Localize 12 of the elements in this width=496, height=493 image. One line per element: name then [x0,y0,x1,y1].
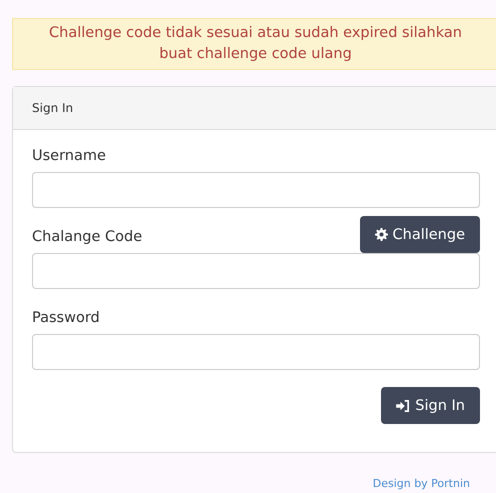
field-label: Chalange Code [32,229,142,247]
panel-title: Sign In [32,101,74,115]
challenge-code-field[interactable] [32,253,480,289]
challenge-button[interactable]: Challenge [360,216,480,253]
field-label: Password [32,310,100,328]
username-field[interactable] [32,172,480,208]
gear-icon [374,228,388,241]
error-message: Challenge code tidak sesuai atau sudah expired silahkan buat challenge code ulang [48,24,463,64]
sign-in-button[interactable]: Sign In [381,387,480,424]
field-label: Username [32,148,106,166]
password-field[interactable] [32,334,480,370]
sign-in-icon [396,400,410,412]
